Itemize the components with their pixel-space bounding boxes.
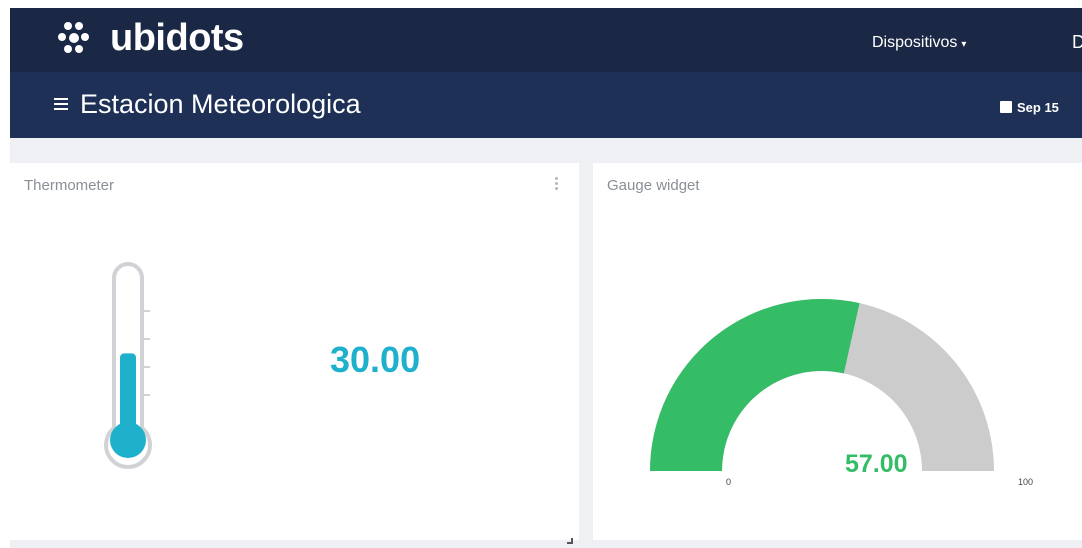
kebab-menu-icon[interactable] xyxy=(555,177,559,193)
gauge-fill xyxy=(650,299,860,471)
thermometer-value: 30.00 xyxy=(330,339,421,380)
ubidots-logo[interactable]: ubidots xyxy=(50,16,244,60)
gauge-max-label: 100 xyxy=(1018,477,1034,487)
nav-devices-label: Dispositivos xyxy=(872,34,958,51)
thermometer-bulb xyxy=(110,422,146,458)
gauge-graphic xyxy=(650,299,994,471)
calendar-icon xyxy=(1000,101,1012,113)
widget-title: Thermometer xyxy=(24,177,115,194)
thermometer-widget[interactable]: Thermometer 30.00 xyxy=(10,163,579,540)
dashboard-header: Estacion Meteorologica Sep 15 xyxy=(10,72,1082,138)
caret-down-icon: ▾ xyxy=(961,39,967,50)
gauge-min-label: 0 xyxy=(726,477,732,487)
date-range-label: Sep 15 xyxy=(1017,100,1059,115)
gauge-value: 57.00 xyxy=(845,450,908,478)
date-range-picker[interactable]: Sep 15 xyxy=(1000,100,1059,115)
dashboard-title[interactable]: Estacion Meteorologica xyxy=(80,89,361,120)
logo-text: ubidots xyxy=(110,16,244,59)
nav-devices-dropdown[interactable]: Dispositivos ▾ xyxy=(872,34,966,52)
gauge-widget[interactable]: Gauge widget 57.00 0 100 xyxy=(593,163,1082,540)
top-navbar: ubidots Dispositivos ▾ D xyxy=(10,8,1082,72)
nav-item-truncated[interactable]: D xyxy=(1072,32,1082,53)
thermometer-graphic xyxy=(104,262,152,469)
menu-icon[interactable] xyxy=(54,98,68,110)
logo-dots-icon xyxy=(50,18,102,58)
resize-handle-icon[interactable] xyxy=(567,538,573,544)
